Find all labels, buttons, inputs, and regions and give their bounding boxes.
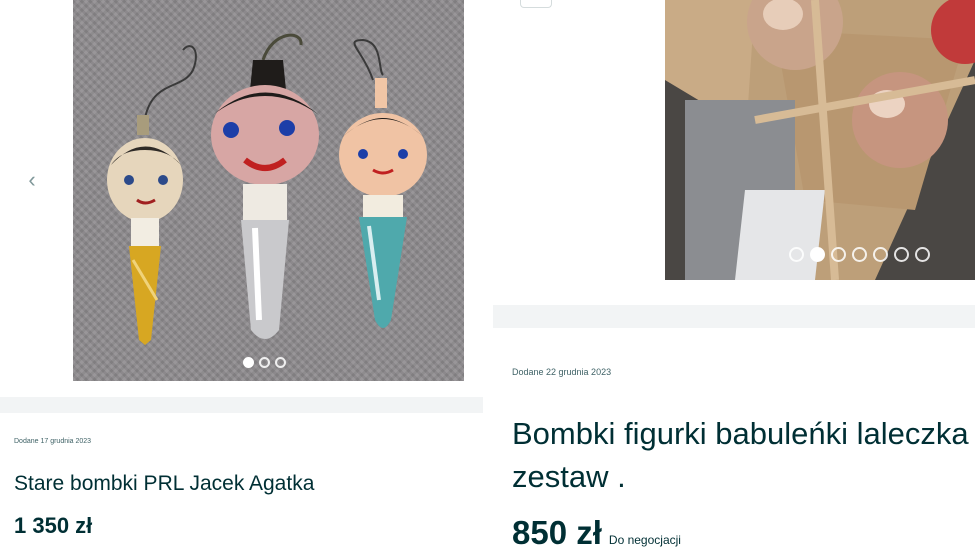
price-row: 850 zł Do negocjacji [512,514,681,552]
pagination-dot[interactable] [831,247,846,262]
listing-photo[interactable] [73,0,464,381]
back-button[interactable] [520,0,552,8]
section-divider [493,305,975,328]
listing-price: 1 350 zł [14,513,93,538]
listing-price: 850 zł [512,514,602,551]
listing-title: Bombki figurki babuleńki laleczka zestaw… [512,416,969,494]
listing-photo[interactable] [665,0,975,280]
image-gallery [493,0,975,305]
gallery-pagination [789,247,930,262]
gallery-prev-arrow[interactable]: ‹ [17,163,47,197]
gallery-pagination [243,357,286,368]
section-divider [0,397,483,413]
pagination-dot[interactable] [915,247,930,262]
pagination-dot[interactable] [810,247,825,262]
listing-added-date: Dodane 17 grudnia 2023 [14,438,92,445]
ornaments-photo [107,33,427,345]
pagination-dot[interactable] [259,357,270,368]
pagination-dot[interactable] [275,357,286,368]
listing-title: Stare bombki PRL Jacek Agatka [14,472,315,495]
pagination-dot[interactable] [243,357,254,368]
listing-left: ‹ Dodane 17 grudnia 2023 Stare bombki PR… [0,0,483,552]
pagination-dot[interactable] [789,247,804,262]
pagination-dot[interactable] [852,247,867,262]
pagination-dot[interactable] [873,247,888,262]
image-gallery: ‹ [0,0,483,397]
listing-added-date: Dodane 22 grudnia 2023 [512,367,612,377]
negotiable-label: Do negocjacji [608,533,681,547]
listing-right: Dodane 22 grudnia 2023 Bombki figurki ba… [493,0,975,552]
pagination-dot[interactable] [894,247,909,262]
ornaments-box-photo [665,0,975,280]
screenshot-collage: ‹ Dodane 17 grudnia 2023 Stare bombki PR… [0,0,975,552]
